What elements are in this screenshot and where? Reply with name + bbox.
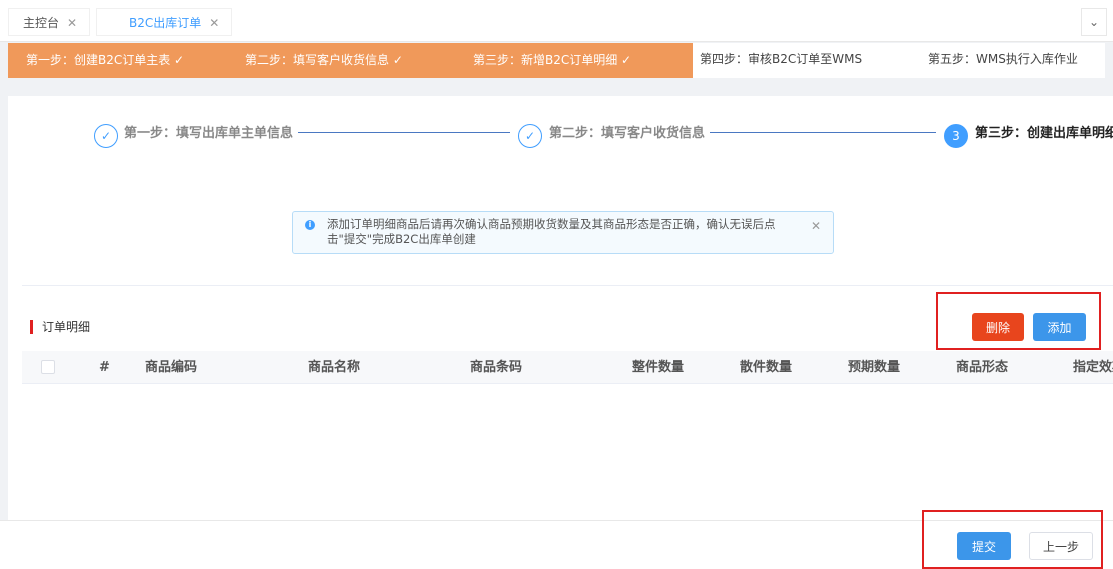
column-header-sku-code: 商品编码	[145, 360, 198, 375]
check-icon: ✓	[518, 124, 542, 148]
tab-label: B2C出库订单	[129, 16, 202, 30]
stepper-step-1-label: 第一步：填写出库单主单信息	[124, 126, 294, 141]
tab-main-console[interactable]: 主控台 ✕	[8, 8, 90, 36]
column-header-expected-qty: 预期数量	[848, 360, 901, 375]
column-header-sku-name: 商品名称	[308, 360, 361, 375]
tab-bar: 主控台 ✕ B2C出库订单 ✕ ⌄	[0, 0, 1113, 42]
alert-text: 添加订单明细商品后请再次确认商品预期收货数量及其商品形态是否正确，确认无误后点击…	[327, 217, 776, 246]
stepper-connector	[298, 132, 510, 133]
workflow-step-1[interactable]: 第一步：创建B2C订单主表 ✓	[26, 43, 184, 78]
close-icon[interactable]: ✕	[811, 219, 821, 233]
footer-bar: 提交 上一步	[0, 510, 1113, 569]
section-title: 订单明细	[30, 320, 90, 334]
stepper-step-2-label: 第二步：填写客户收货信息	[549, 126, 706, 141]
add-button[interactable]: 添加	[1033, 313, 1086, 341]
column-header-piece-qty: 散件数量	[740, 360, 793, 375]
workflow-step-2[interactable]: 第二步：填写客户收货信息 ✓	[245, 43, 403, 78]
tab-label: 主控台	[23, 16, 60, 30]
column-header-case-qty: 整件数量	[632, 360, 685, 375]
close-icon[interactable]: ✕	[209, 16, 219, 30]
stepper-step-3-label: 第三步：创建出库单明细	[975, 126, 1113, 141]
check-icon: ✓	[94, 124, 118, 148]
divider	[22, 285, 1113, 286]
table-header: # 商品编码 商品名称 商品条码 整件数量 散件数量 预期数量 商品形态 指定效…	[22, 351, 1113, 384]
previous-step-button[interactable]: 上一步	[1029, 532, 1093, 560]
submit-button[interactable]: 提交	[957, 532, 1011, 560]
workflow-step-4[interactable]: 第四步：审核B2C订单至WMS	[700, 43, 862, 78]
step-number-icon: 3	[944, 124, 968, 148]
delete-button[interactable]: 删除	[972, 313, 1024, 341]
stepper-connector	[710, 132, 936, 133]
info-icon: i	[305, 220, 315, 230]
column-header-sku-form: 商品形态	[956, 360, 1009, 375]
select-all-checkbox[interactable]	[41, 360, 55, 374]
column-header-expiry: 指定效期	[1073, 360, 1113, 375]
column-header-barcode: 商品条码	[470, 360, 523, 375]
column-header-index: #	[99, 360, 110, 375]
close-icon[interactable]: ✕	[67, 16, 77, 30]
tab-b2c-outbound-order[interactable]: B2C出库订单 ✕	[96, 8, 232, 36]
main-card: ✓ 第一步：填写出库单主单信息 ✓ 第二步：填写客户收货信息 3 第三步：创建出…	[8, 96, 1113, 526]
workflow-step-3[interactable]: 第三步：新增B2C订单明细 ✓	[473, 43, 631, 78]
info-alert: i 添加订单明细商品后请再次确认商品预期收货数量及其商品形态是否正确，确认无误后…	[292, 211, 834, 254]
chevron-down-icon[interactable]: ⌄	[1081, 8, 1107, 36]
workflow-banner: 第一步：创建B2C订单主表 ✓ 第二步：填写客户收货信息 ✓ 第三步：新增B2C…	[8, 43, 1105, 78]
workflow-step-5[interactable]: 第五步：WMS执行入库作业	[928, 43, 1078, 78]
